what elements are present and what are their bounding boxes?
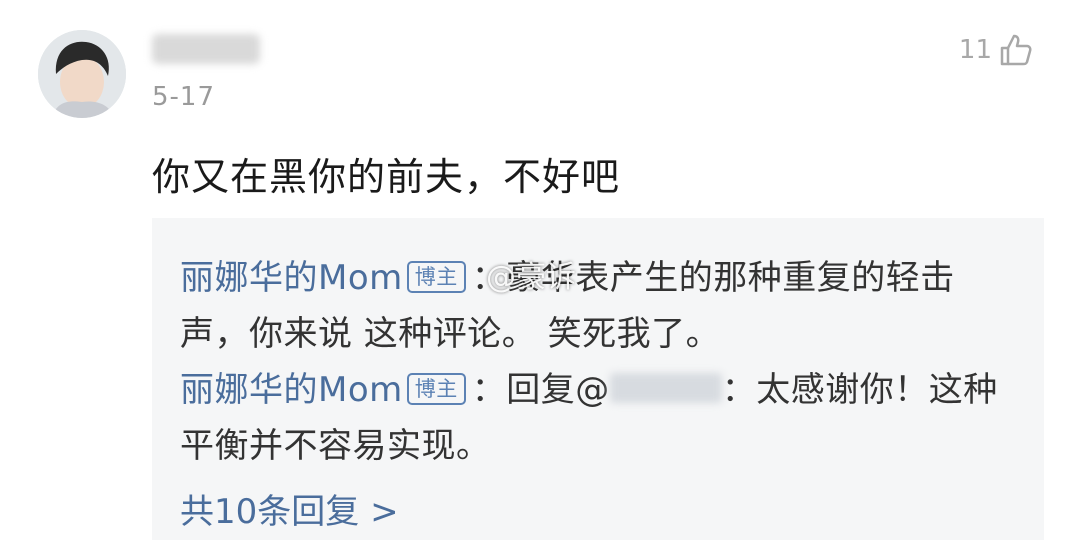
comment-date: 5-17 — [152, 82, 216, 112]
like-count: 11 — [958, 35, 992, 65]
like-button[interactable]: 11 — [959, 32, 1034, 68]
replies-panel: 丽娜华的Mom 博主 ：豪华表产生的那种重复的轻击声，你来说 这种评论。 笑死我了。… — [152, 218, 1044, 540]
reply-text-prefix: ：回复@ — [471, 370, 610, 410]
reply-item: 丽娜华的Mom 博主 ：回复@ ：太感谢你！这种平衡并不容易实现。 — [180, 362, 1020, 474]
blogger-badge: 博主 — [406, 261, 466, 293]
comment-text: 你又在黑你的前夫，不好吧 — [152, 155, 621, 199]
reply-author[interactable]: 丽娜华的Mom — [180, 258, 403, 298]
username-blurred[interactable] — [152, 34, 260, 64]
mention-username-blurred[interactable] — [609, 373, 722, 403]
thumbs-up-icon — [1000, 34, 1032, 66]
watermark: @豪诉 — [486, 260, 576, 295]
view-all-replies-link[interactable]: 共10条回复 > — [180, 484, 399, 533]
reply-item: 丽娜华的Mom 博主 ：豪华表产生的那种重复的轻击声，你来说 这种评论。 笑死我了。 — [180, 250, 1020, 362]
blogger-badge: 博主 — [406, 373, 466, 405]
avatar[interactable] — [38, 30, 126, 118]
avatar-image — [38, 30, 126, 118]
reply-author[interactable]: 丽娜华的Mom — [180, 370, 403, 410]
